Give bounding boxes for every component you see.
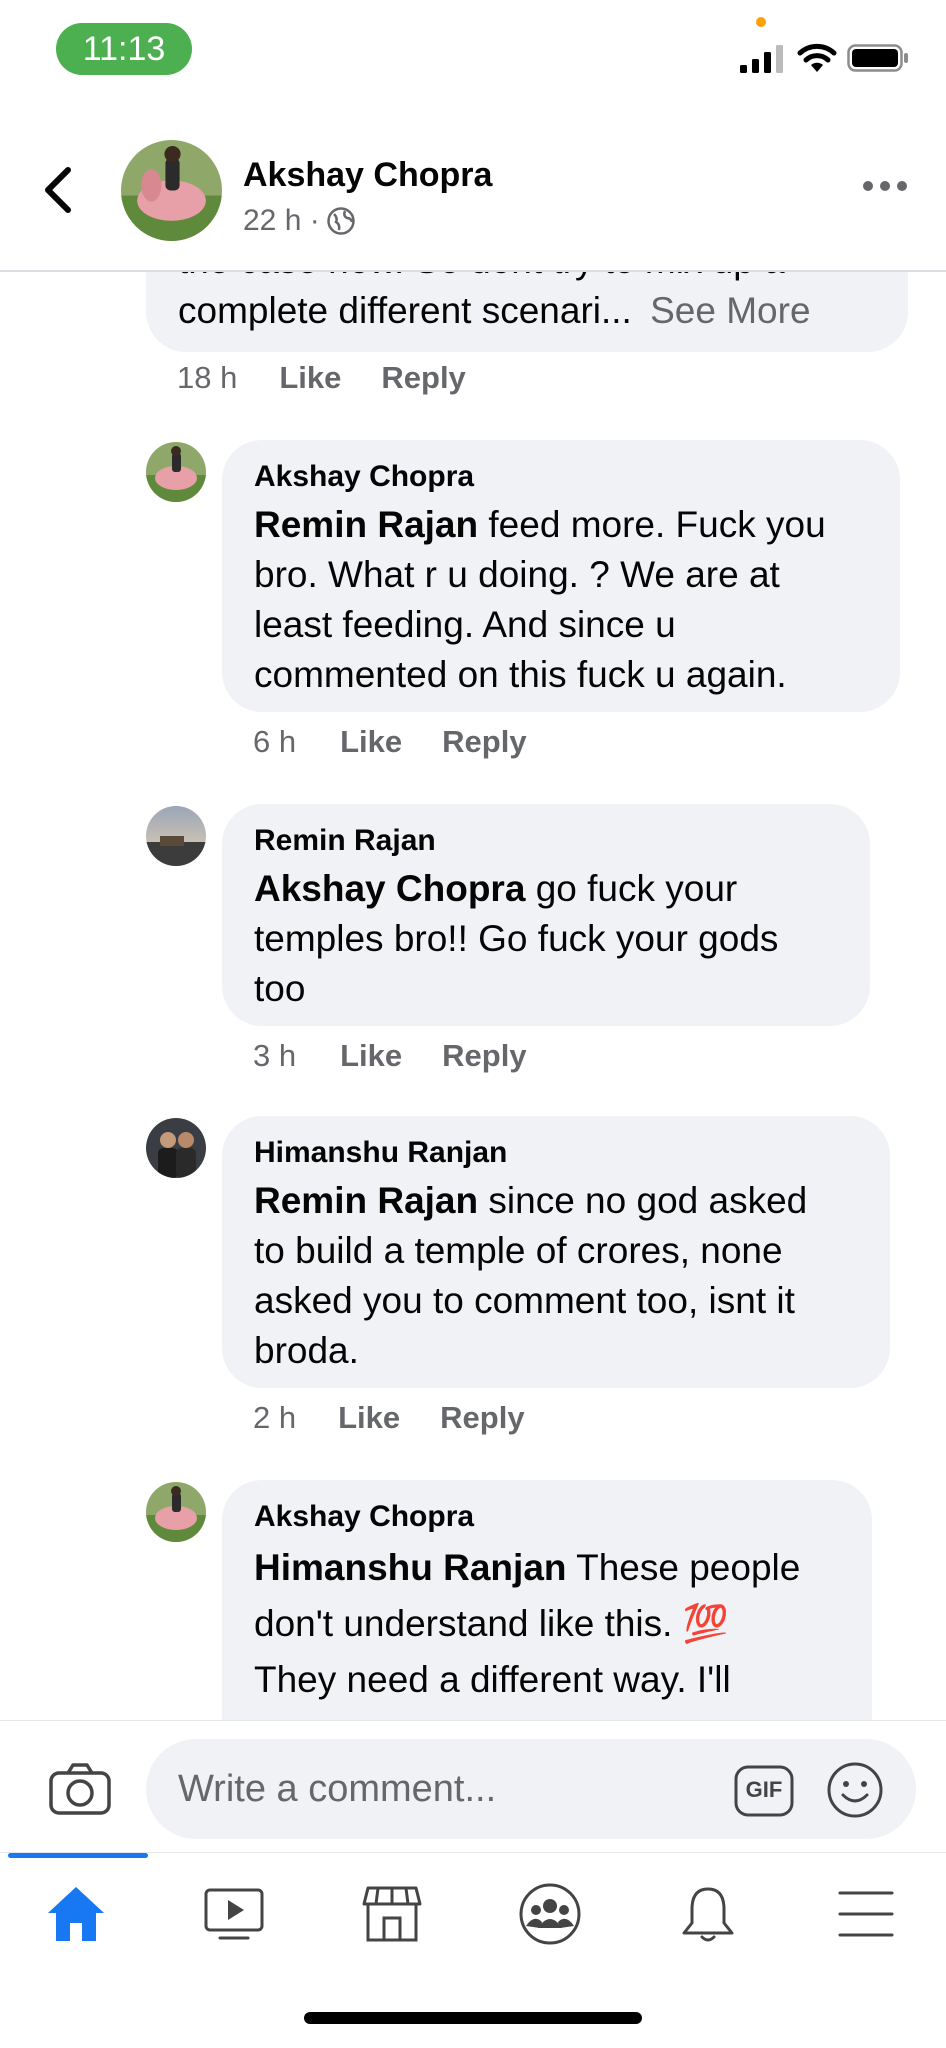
- comment-input[interactable]: [146, 1739, 916, 1839]
- comment-author[interactable]: Himanshu Ranjan: [254, 1136, 507, 1170]
- comment-author[interactable]: Remin Rajan: [254, 824, 436, 858]
- reply-button[interactable]: Reply: [442, 1038, 526, 1074]
- like-button[interactable]: Like: [340, 1038, 402, 1074]
- nav-marketplace[interactable]: [352, 1879, 432, 1949]
- comment-text-line: since no god asked: [478, 1180, 808, 1221]
- cellular-signal-icon: [740, 45, 783, 73]
- comment-text-line: don't understand like this. 💯: [254, 1603, 729, 1644]
- comment-bubble-partial: the case now. So dont try to mix up a co…: [146, 272, 908, 352]
- wifi-icon: [797, 43, 837, 72]
- comment-text-line: asked you to comment too, isnt it: [254, 1280, 795, 1321]
- mention-link[interactable]: Remin Rajan: [254, 504, 478, 545]
- marketplace-icon: [362, 1886, 422, 1942]
- comment-time: 18 h: [177, 360, 238, 395]
- post-time: 22 h ·: [243, 204, 320, 237]
- comment-text: Remin Rajan feed more. Fuck you bro. Wha…: [254, 500, 894, 700]
- nav-menu[interactable]: [826, 1879, 906, 1949]
- comment-actions: 3 h Like Reply: [253, 1038, 527, 1074]
- nav-video[interactable]: [194, 1879, 274, 1949]
- battery-icon: [847, 44, 908, 72]
- post-author-name[interactable]: Akshay Chopra: [243, 156, 492, 195]
- gif-button[interactable]: GIF: [734, 1765, 794, 1817]
- comment-text: Himanshu Ranjan These people don't under…: [254, 1540, 864, 1708]
- more-options-icon[interactable]: [860, 176, 910, 196]
- comment-composer: GIF: [0, 1720, 946, 1852]
- post-meta: 22 h ·: [243, 204, 356, 238]
- mention-link[interactable]: Himanshu Ranjan: [254, 1547, 567, 1588]
- back-arrow-icon[interactable]: [38, 160, 78, 220]
- comment-time: 6 h: [253, 724, 297, 759]
- nav-groups[interactable]: [510, 1879, 590, 1949]
- menu-icon: [838, 1891, 894, 1937]
- comment-text-line: feed more. Fuck you: [478, 504, 826, 545]
- privacy-indicator-dot: [756, 17, 766, 27]
- comment-text-line: to build a temple of crores, none: [254, 1230, 783, 1271]
- comment-actions: 6 h Like Reply: [253, 724, 527, 760]
- emoji-icon[interactable]: [826, 1761, 884, 1819]
- comments-feed[interactable]: the case now. So dont try to mix up a co…: [0, 272, 946, 1720]
- avatar[interactable]: [146, 1118, 206, 1178]
- comment-text-line: least feeding. And since u: [254, 604, 676, 645]
- like-button[interactable]: Like: [279, 360, 341, 396]
- comment-bubble: Akshay Chopra Remin Rajan feed more. Fuc…: [222, 440, 900, 712]
- comment-author[interactable]: Akshay Chopra: [254, 460, 474, 494]
- home-indicator[interactable]: [304, 2012, 642, 2024]
- like-button[interactable]: Like: [338, 1400, 400, 1436]
- bottom-navigation: [0, 1852, 946, 1972]
- nav-notifications[interactable]: [668, 1879, 748, 1949]
- reply-button[interactable]: Reply: [442, 724, 526, 760]
- video-icon: [204, 1888, 264, 1940]
- active-tab-indicator: [8, 1853, 148, 1858]
- see-more-link[interactable]: See More: [650, 290, 810, 331]
- reply-button[interactable]: Reply: [440, 1400, 524, 1436]
- comment-bubble: Himanshu Ranjan Remin Rajan since no god…: [222, 1116, 890, 1388]
- header-avatar[interactable]: [121, 140, 222, 241]
- comment-text-line: complete different scenari...: [178, 290, 632, 331]
- avatar[interactable]: [146, 442, 206, 502]
- status-bar: 11:13: [0, 0, 946, 100]
- avatar[interactable]: [146, 1482, 206, 1542]
- mention-link[interactable]: Akshay Chopra: [254, 868, 525, 909]
- comment-text: Remin Rajan since no god asked to build …: [254, 1176, 884, 1376]
- nav-home[interactable]: [36, 1879, 116, 1949]
- comment-text-line: These people: [566, 1547, 801, 1588]
- mention-link[interactable]: Remin Rajan: [254, 1180, 478, 1221]
- home-icon: [48, 1887, 104, 1941]
- comment-text-line: commented on this fuck u again.: [254, 654, 787, 695]
- comment-text-line: broda.: [254, 1330, 359, 1371]
- comment-actions: 18 h Like Reply: [177, 360, 466, 396]
- groups-icon: [519, 1883, 581, 1945]
- comment-text: complete different scenari... See More: [178, 286, 811, 336]
- post-header: Akshay Chopra 22 h ·: [0, 100, 946, 272]
- comment-text-line: bro. What r u doing. ? We are at: [254, 554, 780, 595]
- comment-text-cut: the case now. So dont try to mix up a: [178, 272, 785, 286]
- comment-bubble: Remin Rajan Akshay Chopra go fuck your t…: [222, 804, 870, 1026]
- comment-time: 2 h: [253, 1400, 297, 1435]
- comment-text-line: go fuck your: [525, 868, 738, 909]
- avatar[interactable]: [146, 806, 206, 866]
- gif-label: GIF: [745, 1777, 783, 1802]
- comment-text: Akshay Chopra go fuck your temples bro!!…: [254, 864, 864, 1014]
- comment-text-line: temples bro!! Go fuck your gods: [254, 918, 779, 959]
- globe-icon: [326, 207, 355, 235]
- reply-button[interactable]: Reply: [381, 360, 465, 396]
- status-time: 11:13: [56, 23, 192, 75]
- comment-bubble: Akshay Chopra Himanshu Ranjan These peop…: [222, 1480, 872, 1720]
- comment-author[interactable]: Akshay Chopra: [254, 1500, 474, 1534]
- like-button[interactable]: Like: [340, 724, 402, 760]
- notifications-icon: [682, 1887, 734, 1942]
- comment-time: 3 h: [253, 1038, 297, 1073]
- camera-icon[interactable]: [48, 1761, 112, 1817]
- comment-actions: 2 h Like Reply: [253, 1400, 525, 1436]
- comment-text-line: too: [254, 968, 306, 1009]
- comment-text-line: They need a different way. I'll: [254, 1659, 731, 1700]
